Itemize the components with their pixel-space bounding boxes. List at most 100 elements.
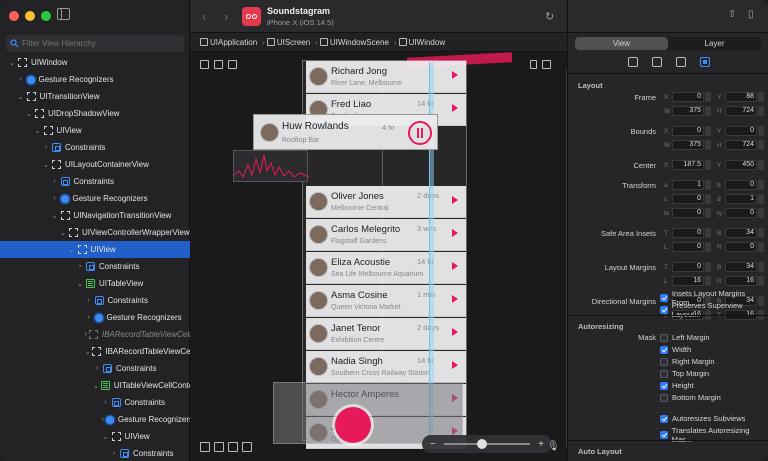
stepper[interactable] — [705, 106, 711, 116]
device-tool-icon[interactable] — [530, 60, 537, 69]
checkbox-box[interactable] — [660, 357, 668, 366]
chevron-right-icon[interactable]: › — [51, 178, 59, 185]
number-field[interactable]: 16 — [672, 276, 704, 286]
table-row[interactable]: Richard Jong River Lane, Melbourne — [306, 61, 466, 93]
stepper[interactable] — [705, 180, 711, 190]
zoom-in-button[interactable]: + — [538, 439, 544, 450]
chevron-down-icon[interactable]: ⌄ — [34, 127, 42, 135]
number-field[interactable]: 0 — [672, 262, 704, 272]
play-icon[interactable] — [452, 196, 458, 204]
checkbox[interactable]: Right Margin — [660, 357, 715, 366]
chevron-down-icon[interactable]: ⌄ — [17, 93, 25, 101]
number-field[interactable]: 88 — [725, 92, 757, 102]
play-icon[interactable] — [452, 262, 458, 270]
number-field[interactable]: 34 — [725, 228, 757, 238]
chevron-down-icon[interactable]: ⌄ — [59, 229, 67, 237]
number-field[interactable]: 0 — [725, 242, 757, 252]
chevron-down-icon[interactable]: ⌄ — [85, 348, 91, 356]
checkbox[interactable]: Width — [660, 345, 691, 354]
tree-row[interactable]: › Gesture Recognizers — [0, 411, 191, 428]
tree-row[interactable]: ⌄ UIDropShadowView — [0, 105, 190, 122]
chevron-right-icon[interactable]: › — [51, 195, 59, 202]
table-row[interactable]: Janet TenorExhibition Centre2 days — [306, 318, 466, 350]
stepper[interactable] — [705, 276, 711, 286]
chevron-down-icon[interactable]: ⌄ — [68, 246, 76, 254]
checkbox-box[interactable] — [660, 431, 668, 439]
zoom-out-button[interactable]: − — [430, 439, 436, 450]
tree-row[interactable]: › Constraints — [0, 139, 190, 156]
tab-view[interactable]: View — [575, 37, 668, 50]
contents-icon[interactable] — [214, 442, 224, 452]
record-button[interactable] — [335, 407, 371, 443]
table-row[interactable]: Nadia Singh Southern Cross Railway Statio… — [306, 351, 466, 383]
checkbox[interactable]: Autoresizes Subviews — [660, 414, 745, 423]
chevron-down-icon[interactable]: ⌄ — [102, 433, 110, 441]
stepper[interactable] — [758, 160, 764, 170]
tree-row[interactable]: ⌄ UINavigationTransitionView — [0, 207, 190, 224]
checkbox[interactable]: Translates Autoresizing Mas... — [660, 426, 768, 444]
sliders-icon[interactable] — [675, 57, 686, 67]
stepper[interactable] — [758, 276, 764, 286]
resize-tool-icon[interactable] — [214, 60, 223, 69]
number-field[interactable]: 34 — [725, 262, 757, 272]
table-row[interactable]: Eliza Acoustie Sea Life Melbourne Aquariu… — [306, 252, 466, 284]
chevron-right-icon[interactable]: › — [17, 76, 25, 83]
tree-row[interactable]: › Constraints — [0, 445, 190, 461]
chevron-right-icon[interactable]: › — [102, 399, 110, 406]
number-field[interactable]: 0 — [725, 126, 757, 136]
floating-cell-layer[interactable]: Huw Rowlands Rooftop Bar 4 hr — [253, 114, 438, 150]
number-field[interactable]: 724 — [725, 106, 757, 116]
breadcrumb-item[interactable]: UIWindowScene — [319, 38, 389, 47]
tree-row[interactable]: › Gesture Recognizers — [0, 71, 190, 88]
checkbox[interactable]: Bottom Margin — [660, 393, 721, 402]
tree-row[interactable]: ⌄ UIView — [0, 122, 190, 139]
stepper[interactable] — [705, 242, 711, 252]
chevron-right-icon[interactable]: › — [76, 263, 84, 270]
zoom-slider-knob[interactable] — [476, 439, 487, 449]
tab-layer[interactable]: Layer — [668, 37, 761, 50]
tree-row[interactable]: ⌄ IBARecordTableViewCell — [0, 343, 190, 360]
tree-row[interactable]: › Constraints — [0, 394, 190, 411]
stepper[interactable] — [705, 140, 711, 150]
stepper[interactable] — [758, 140, 764, 150]
chevron-right-icon[interactable]: › — [85, 314, 93, 321]
minimize-window-button[interactable] — [25, 11, 35, 21]
play-icon[interactable] — [452, 104, 458, 112]
tree-row[interactable]: › Constraints — [0, 292, 190, 309]
stepper[interactable] — [758, 262, 764, 272]
tree-row[interactable]: ⌄ UIViewControllerWrapperView — [0, 224, 190, 241]
tree-row[interactable]: ⌄ UIWindow — [0, 54, 190, 71]
tree-row[interactable]: ⌄ UITransitionView — [0, 88, 190, 105]
table-row[interactable]: Asma Cosine Queen Victoria Market 1 min — [306, 285, 466, 317]
number-field[interactable]: 450 — [725, 160, 757, 170]
stepper[interactable] — [705, 160, 711, 170]
filter-input[interactable]: Filter View Hierarchy — [6, 35, 184, 52]
checkbox[interactable]: Left Margin — [660, 333, 710, 342]
layout-tool-icon[interactable] — [542, 60, 551, 69]
checkbox-box[interactable] — [660, 381, 668, 390]
chevron-right-icon[interactable]: › — [42, 144, 50, 151]
chevron-down-icon[interactable]: ⌄ — [93, 382, 99, 390]
microphone-icon[interactable]: 🎙 — [547, 441, 560, 452]
stepper[interactable] — [758, 242, 764, 252]
stepper[interactable] — [705, 208, 711, 218]
checkbox-box[interactable] — [660, 333, 668, 342]
number-field[interactable]: 0 — [672, 92, 704, 102]
stepper[interactable] — [758, 228, 764, 238]
constraints-icon[interactable] — [242, 442, 252, 452]
tree-row[interactable]: ⌄ UIView — [0, 241, 190, 258]
zoom-window-button[interactable] — [41, 11, 51, 21]
clip-icon[interactable] — [228, 442, 238, 452]
chevron-down-icon[interactable]: ⌄ — [25, 110, 33, 118]
stepper[interactable] — [758, 208, 764, 218]
zoom-slider[interactable] — [443, 439, 531, 449]
chevron-right-icon[interactable]: › — [85, 297, 93, 304]
tree-row[interactable]: ⌄ UIView — [0, 428, 190, 445]
number-field[interactable]: 0 — [672, 228, 704, 238]
back-arrow-icon[interactable]: ‹ — [202, 9, 206, 24]
stepper[interactable] — [705, 194, 711, 204]
frame-tool-icon[interactable] — [200, 60, 209, 69]
inspector-toggle-icon[interactable]: ▯ — [748, 9, 754, 20]
tree-row[interactable]: › IBARecordTableViewCell — [0, 326, 190, 343]
stepper[interactable] — [758, 92, 764, 102]
